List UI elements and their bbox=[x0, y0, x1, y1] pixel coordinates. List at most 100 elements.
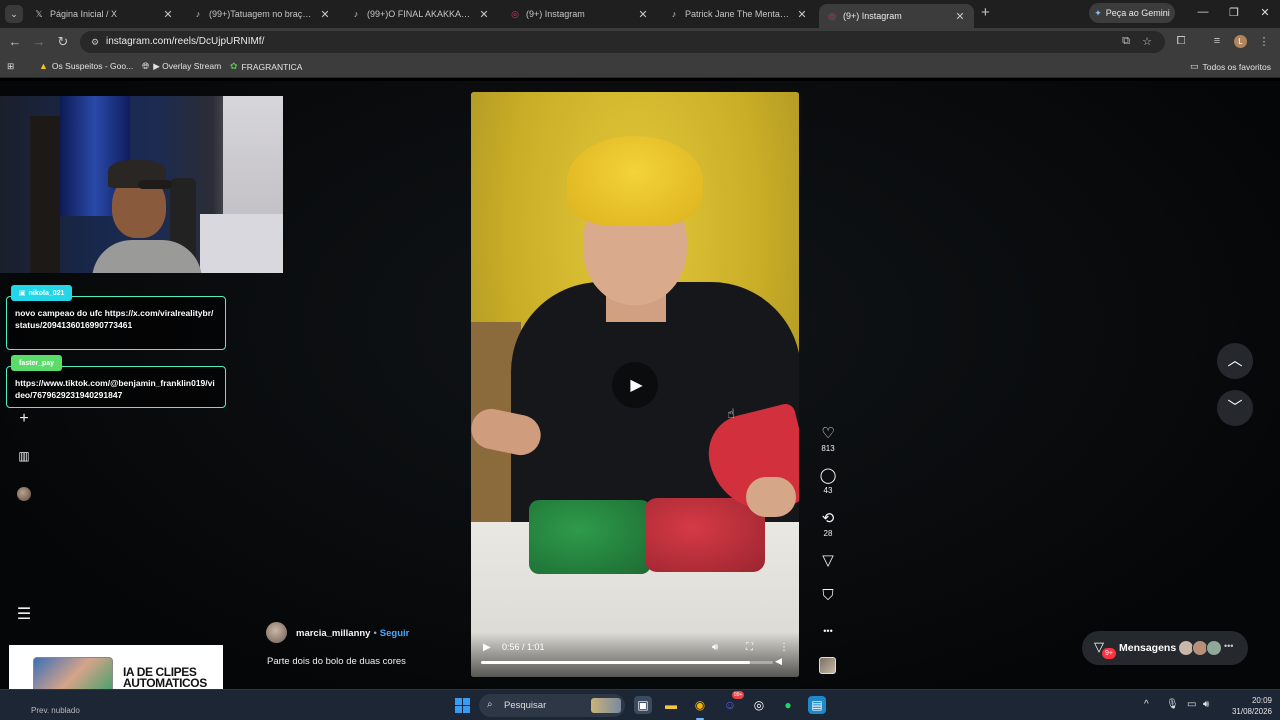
messages-badge: 9+ bbox=[1102, 648, 1116, 659]
restore-window-icon[interactable]: ❐ bbox=[1225, 6, 1243, 19]
video-options-icon[interactable]: ⋮ bbox=[779, 642, 789, 653]
author-username[interactable]: marcia_millanny bbox=[296, 628, 370, 639]
tab-tiktok-final[interactable]: ♪ (99+)O FINAL AKAKKAKAK#amor ✕ bbox=[343, 2, 498, 26]
promo-text: IA DE CLIPES AUTOMATICOS bbox=[123, 665, 207, 690]
search-icon: ⌕ bbox=[487, 699, 493, 710]
close-tab-icon[interactable]: ✕ bbox=[796, 8, 808, 21]
close-tab-icon[interactable]: ✕ bbox=[478, 8, 490, 21]
play-button-icon[interactable]: ▶ bbox=[483, 642, 491, 653]
install-app-icon[interactable]: ⧉ bbox=[1118, 35, 1134, 48]
new-tab-button[interactable]: + bbox=[981, 4, 995, 22]
mute-icon[interactable]: ◀︎ bbox=[775, 656, 782, 667]
network-icon[interactable]: ▭ bbox=[1187, 699, 1196, 710]
video-time: 0:56 / 1:01 bbox=[502, 642, 545, 652]
chrome-menu-icon[interactable]: ⋮ bbox=[1256, 35, 1272, 48]
taskbar-search[interactable]: ⌕ Pesquisar bbox=[479, 694, 625, 717]
share-button[interactable]: ▽ bbox=[814, 552, 842, 570]
close-tab-icon[interactable]: ✕ bbox=[637, 8, 649, 21]
windows-start-icon[interactable] bbox=[455, 698, 470, 713]
previous-reel-button[interactable]: ︿ bbox=[1217, 343, 1253, 379]
app-icon[interactable]: ▤ bbox=[808, 696, 826, 714]
bookmark-icon: ⛉ bbox=[822, 587, 834, 604]
obs-icon[interactable]: ◎ bbox=[750, 696, 768, 714]
tab-strip: ⌄ 𝕏 Página Inicial / X ✕ ♪ (99+)Tatuagem… bbox=[0, 0, 1280, 28]
repost-count: 28 bbox=[823, 529, 833, 538]
back-arrow-icon[interactable]: ← bbox=[7, 34, 23, 50]
media-controls-icon[interactable]: ≡ bbox=[1209, 35, 1225, 47]
all-bookmarks-folder[interactable]: ▭ Todos os favoritos bbox=[1190, 61, 1271, 72]
mouse-cursor-icon: ☝︎ bbox=[727, 406, 735, 421]
file-explorer-icon[interactable]: ▬ bbox=[662, 696, 680, 714]
play-icon[interactable]: ▶ bbox=[612, 362, 658, 408]
follow-button[interactable]: Seguir bbox=[380, 628, 410, 639]
profile-avatar-nav[interactable] bbox=[17, 487, 31, 501]
like-button[interactable]: ♡ 813 bbox=[814, 425, 842, 453]
author-avatar[interactable] bbox=[266, 622, 287, 643]
chat-message-text: https://www.tiktok.com/@benjamin_frankli… bbox=[15, 378, 215, 400]
reel-video[interactable]: ▶ ▶ 0:56 / 1:01 🔊︎ ⛶ ⋮ ◀︎ bbox=[471, 92, 799, 677]
chat-username-badge: ▣ nikola_021 bbox=[11, 285, 73, 301]
close-window-icon[interactable]: ✕ bbox=[1256, 6, 1274, 19]
task-view-icon[interactable]: ▣ bbox=[634, 696, 652, 714]
heart-icon: ♡ bbox=[821, 425, 835, 442]
extensions-icon[interactable]: ⧠ bbox=[1173, 35, 1189, 48]
tab-title: Patrick Jane The Mentalist — m bbox=[685, 9, 790, 19]
tab-instagram-1[interactable]: ◎ (9+) Instagram ✕ bbox=[502, 2, 657, 26]
volume-icon[interactable]: 🔊︎ bbox=[712, 642, 718, 653]
tab-instagram-active[interactable]: ◎ (9+) Instagram ✕ bbox=[819, 4, 974, 28]
forward-arrow-icon[interactable]: → bbox=[31, 34, 47, 50]
tab-tiktok-tattoo[interactable]: ♪ (99+)Tatuagem no braço: ideias ✕ bbox=[185, 2, 339, 26]
dashboard-chart-icon[interactable]: ▥ bbox=[14, 446, 34, 466]
tiktok-icon: ♪ bbox=[353, 9, 359, 19]
fragrantica-icon: ✿ bbox=[230, 61, 238, 71]
tab-title: Página Inicial / X bbox=[50, 9, 118, 19]
reload-icon[interactable]: ↻ bbox=[55, 34, 71, 50]
repost-button[interactable]: ⟲ 28 bbox=[814, 510, 842, 538]
spotify-icon[interactable]: ● bbox=[779, 696, 797, 714]
close-tab-icon[interactable]: ✕ bbox=[319, 8, 331, 21]
gemini-button[interactable]: ✦ Peça ao Gemini bbox=[1089, 3, 1175, 23]
video-progress-bar[interactable] bbox=[481, 661, 773, 664]
address-bar[interactable]: ⚙ instagram.com/reels/DcUjpURNIMf/ bbox=[80, 31, 1165, 53]
messages-label: Mensagens bbox=[1119, 642, 1177, 654]
close-tab-icon[interactable]: ✕ bbox=[162, 8, 174, 21]
site-info-icon[interactable]: ⚙ bbox=[88, 35, 102, 49]
chrome-icon[interactable]: ◉ bbox=[691, 696, 709, 720]
toolbar: ← → ↻ ⚙ instagram.com/reels/DcUjpURNIMf/… bbox=[0, 28, 1280, 56]
more-options-button[interactable]: ••• bbox=[814, 622, 842, 640]
all-bookmarks-label: Todos os favoritos bbox=[1202, 61, 1272, 72]
more-menu-icon[interactable]: ☰ bbox=[14, 605, 34, 625]
tab-x-home[interactable]: 𝕏 Página Inicial / X ✕ bbox=[26, 2, 182, 26]
bookmark-label: ▶ Overlay Stream bbox=[153, 61, 222, 71]
comment-button[interactable]: ◯ 43 bbox=[814, 467, 842, 495]
next-reel-button[interactable]: ﹀ bbox=[1217, 390, 1253, 426]
create-plus-icon[interactable]: + bbox=[14, 409, 34, 429]
fullscreen-icon[interactable]: ⛶ bbox=[746, 642, 753, 653]
chat-message: faster_pay https://www.tiktok.com/@benja… bbox=[6, 355, 226, 408]
url-text[interactable]: instagram.com/reels/DcUjpURNIMf/ bbox=[106, 36, 264, 47]
discord-icon[interactable]: ☺︎ 99+ bbox=[721, 691, 745, 714]
profile-avatar[interactable]: L bbox=[1234, 35, 1247, 48]
messages-button[interactable]: ▽ 9+ Mensagens ••• bbox=[1082, 631, 1248, 665]
ellipsis-icon: ••• bbox=[1224, 641, 1234, 651]
tray-chevron-up-icon[interactable]: ^ bbox=[1144, 699, 1149, 710]
speaker-icon[interactable]: 🔊︎ bbox=[1203, 699, 1209, 710]
audio-thumbnail[interactable] bbox=[819, 657, 836, 674]
minimize-window-icon[interactable]: — bbox=[1194, 6, 1212, 18]
gemini-spark-icon: ✦ bbox=[1094, 7, 1102, 18]
apps-grid-icon[interactable]: ⊞ bbox=[7, 61, 14, 72]
microphone-icon[interactable]: 🎙︎ bbox=[1166, 699, 1179, 710]
bookmark-overlay-stream[interactable]: 🌐︎ ▶ Overlay Stream bbox=[142, 61, 221, 72]
comment-bubble-icon: ◯ bbox=[819, 467, 837, 484]
tab-search-button[interactable]: ⌄ bbox=[5, 5, 23, 23]
taskbar-clock[interactable]: 20:09 31/08/2026 bbox=[1222, 695, 1272, 717]
chevron-down-icon: ⌄ bbox=[10, 8, 18, 19]
bookmarks-bar: ⊞ ▲ Os Suspeitos - Goo... 🌐︎ ▶ Overlay S… bbox=[0, 56, 1280, 78]
save-button[interactable]: ⛉ bbox=[814, 587, 842, 605]
bookmark-os-suspeitos[interactable]: ▲ Os Suspeitos - Goo... bbox=[39, 61, 133, 71]
tab-tiktok-mentalist[interactable]: ♪ Patrick Jane The Mentalist — m ✕ bbox=[661, 2, 816, 26]
close-tab-icon[interactable]: ✕ bbox=[954, 10, 966, 23]
bookmark-fragrantica[interactable]: ✿ FRAGRANTICA bbox=[230, 61, 302, 72]
bookmark-star-icon[interactable]: ☆ bbox=[1139, 35, 1155, 48]
separator-dot: • bbox=[373, 628, 377, 639]
